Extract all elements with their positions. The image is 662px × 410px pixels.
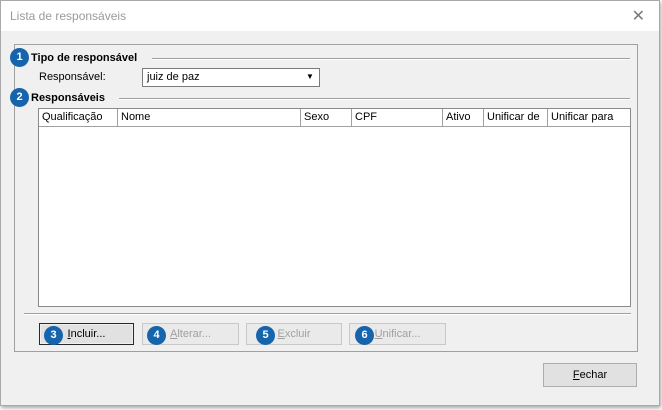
column-header-sexo[interactable]: Sexo bbox=[301, 109, 352, 126]
excluir-label: xcluir bbox=[284, 328, 311, 340]
column-header-nome[interactable]: Nome bbox=[118, 109, 301, 126]
chevron-down-icon[interactable]: ▼ bbox=[303, 70, 317, 84]
column-header-cpf[interactable]: CPF bbox=[352, 109, 443, 126]
badge-2: 2 bbox=[10, 88, 29, 107]
column-header-ativo[interactable]: Ativo bbox=[443, 109, 484, 126]
section-divider-tipo bbox=[152, 58, 630, 60]
column-header-unificar-para[interactable]: Unificar para bbox=[548, 109, 630, 126]
section-divider-responsaveis bbox=[119, 98, 630, 100]
close-icon[interactable]: ✕ bbox=[632, 6, 645, 26]
alterar-label: lterar... bbox=[177, 328, 211, 340]
unificar-mnemonic: U bbox=[374, 328, 383, 340]
fechar-label: echar bbox=[579, 369, 608, 381]
window-title: Lista de responsáveis bbox=[10, 9, 127, 23]
fechar-button[interactable]: Fechar bbox=[543, 363, 637, 387]
buttons-divider bbox=[24, 313, 631, 315]
incluir-label: ncluir... bbox=[70, 328, 106, 340]
section-title-responsaveis: Responsáveis bbox=[31, 92, 105, 104]
responsavel-select-value: juiz de paz bbox=[147, 71, 200, 83]
badge-4: 4 bbox=[147, 326, 166, 345]
column-header-unificar-de[interactable]: Unificar de bbox=[484, 109, 548, 126]
responsaveis-grid[interactable]: Qualificação Nome Sexo CPF Ativo Unifica… bbox=[38, 108, 631, 307]
fechar-mnemonic: F bbox=[572, 369, 580, 381]
responsavel-select[interactable]: juiz de paz ▼ bbox=[142, 68, 320, 87]
grid-header: Qualificação Nome Sexo CPF Ativo Unifica… bbox=[39, 109, 630, 127]
section-title-tipo: Tipo de responsável bbox=[31, 52, 138, 64]
excluir-mnemonic: E bbox=[277, 328, 285, 340]
column-header-qualificacao[interactable]: Qualificação bbox=[39, 109, 118, 126]
badge-5: 5 bbox=[256, 326, 275, 345]
badge-6: 6 bbox=[355, 326, 374, 345]
badge-1: 1 bbox=[10, 48, 29, 67]
title-bar[interactable]: Lista de responsáveis ✕ bbox=[1, 1, 659, 31]
unificar-label: nificar... bbox=[382, 328, 421, 340]
badge-3: 3 bbox=[44, 326, 63, 345]
responsavel-label: Responsável: bbox=[39, 71, 106, 83]
